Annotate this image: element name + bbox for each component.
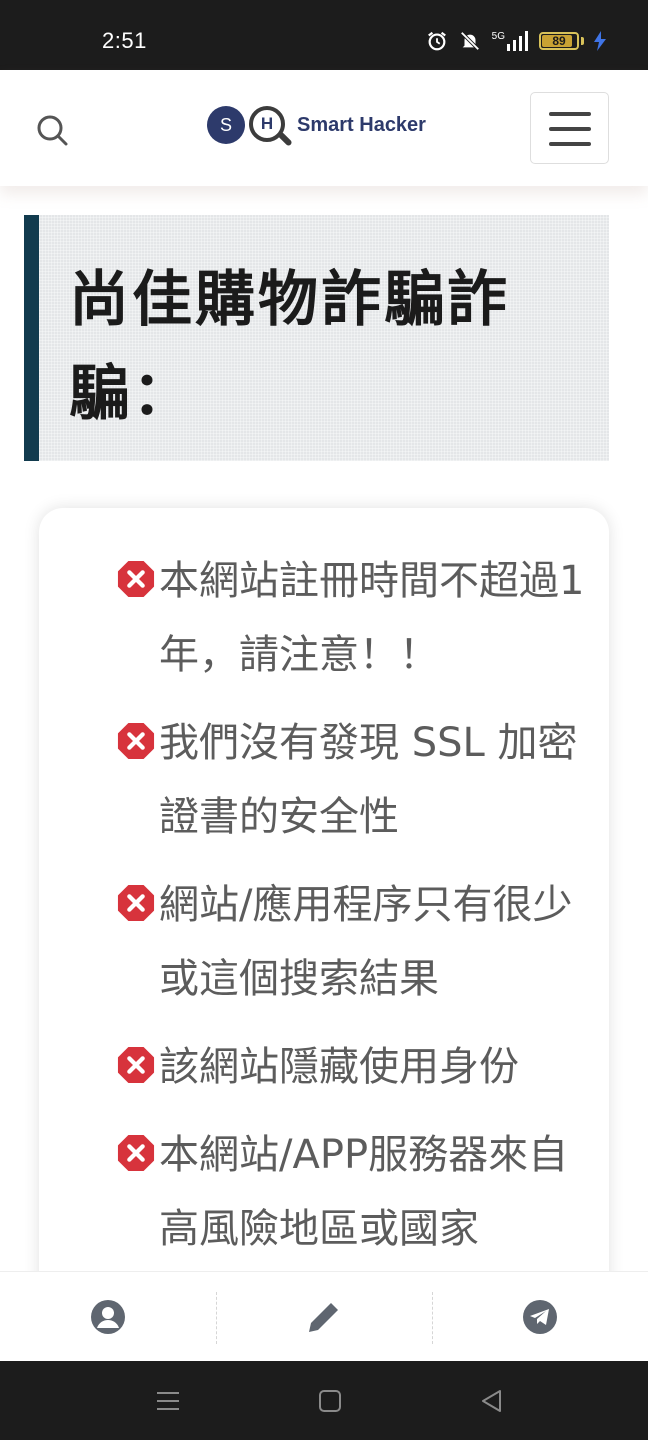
warning-list: 本網站註冊時間不超過1年，請注意！！ 我們沒有發現 SSL 加密證書的安全性 網… (117, 544, 587, 1280)
search-icon (37, 115, 68, 146)
battery-cap (581, 37, 584, 45)
site-header: S H Smart Hacker (0, 70, 648, 186)
warning-text: 本網站註冊時間不超過1年，請注意！！ (159, 558, 585, 678)
hamburger-menu-icon (549, 112, 591, 116)
error-octagon-icon (117, 560, 155, 598)
account-button[interactable] (0, 1272, 216, 1362)
system-nav-bar (0, 1361, 648, 1440)
recent-apps-button[interactable] (148, 1383, 188, 1419)
status-bar: 2:51 5G 89 (0, 0, 648, 70)
pencil-icon (309, 1300, 341, 1332)
warning-card: 本網站註冊時間不超過1年，請注意！！ 我們沒有發現 SSL 加密證書的安全性 網… (39, 508, 609, 1328)
menu-button[interactable] (530, 92, 609, 164)
warning-item: 本網站/APP服務器來自高風險地區或國家 (117, 1118, 587, 1266)
warning-text: 本網站/APP服務器來自高風險地區或國家 (159, 1132, 569, 1252)
back-triangle-icon (482, 1390, 501, 1412)
home-button[interactable] (310, 1383, 350, 1419)
warning-text: 該網站隱藏使用身份 (159, 1044, 519, 1090)
bottom-nav (0, 1271, 648, 1361)
write-button[interactable] (216, 1272, 432, 1362)
error-octagon-icon (117, 1134, 155, 1172)
hamburger-menu-icon-bar (549, 127, 591, 131)
search-button[interactable] (34, 112, 70, 148)
error-octagon-icon (117, 722, 155, 760)
logo-text: Smart Hacker (297, 113, 426, 136)
logo-magnifier-icon: H (249, 106, 293, 147)
warning-text: 網站/應用程序只有很少或這個搜索結果 (159, 882, 573, 1002)
telegram-icon (523, 1300, 557, 1334)
logo-s-badge: S (207, 106, 245, 144)
status-time: 2:51 (102, 28, 147, 53)
mute-icon (460, 31, 480, 51)
recent-apps-icon (157, 1392, 179, 1410)
network-type: 5G (491, 30, 505, 42)
status-icons: 5G 89 (426, 30, 606, 52)
site-logo[interactable]: S H Smart Hacker (207, 106, 426, 147)
account-icon (91, 1300, 125, 1334)
home-square-icon (319, 1390, 341, 1412)
signal-icon (507, 31, 528, 51)
title-block: 尚佳購物詐騙詐騙： (24, 215, 609, 461)
hamburger-menu-icon-bar (549, 142, 591, 146)
warning-item: 網站/應用程序只有很少或這個搜索結果 (117, 868, 587, 1016)
error-octagon-icon (117, 884, 155, 922)
warning-item: 我們沒有發現 SSL 加密證書的安全性 (117, 706, 587, 854)
charging-icon (594, 31, 606, 51)
page-title: 尚佳購物詐騙詐騙： (69, 265, 510, 429)
logo-magnifier-handle (277, 131, 293, 147)
telegram-button[interactable] (432, 1272, 648, 1362)
error-octagon-icon (117, 1046, 155, 1084)
battery-icon: 89 (539, 32, 579, 50)
warning-item: 該網站隱藏使用身份 (117, 1030, 587, 1104)
back-button[interactable] (472, 1383, 512, 1419)
battery-level: 89 (552, 34, 566, 48)
warning-item: 本網站註冊時間不超過1年，請注意！！ (117, 544, 587, 692)
warning-text: 我們沒有發現 SSL 加密證書的安全性 (159, 720, 578, 840)
alarm-icon (427, 31, 446, 51)
